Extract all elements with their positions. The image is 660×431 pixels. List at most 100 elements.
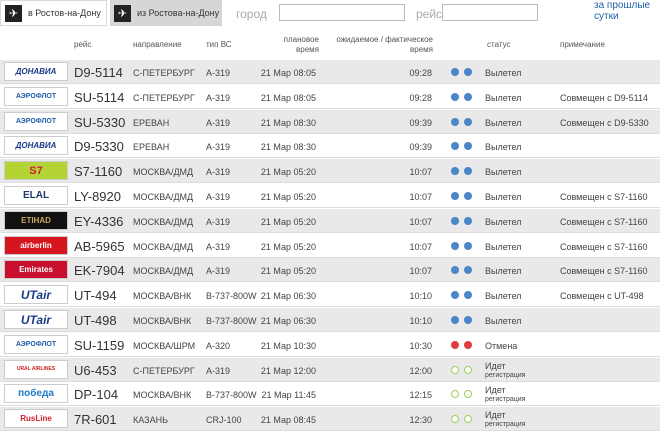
status-dot-icon <box>464 216 472 225</box>
table-row[interactable]: RusLine 7R-601 КАЗАНЬ CRJ-100 21 Мар 08:45 12… <box>0 407 660 431</box>
status-dot-icon <box>451 390 459 399</box>
status-dot-icon <box>451 266 459 275</box>
flight-number: U6-453 <box>74 362 117 378</box>
status-dot-icon <box>464 92 472 101</box>
scheduled-time: 21 Мар 08:45 <box>260 415 316 426</box>
city-input[interactable] <box>279 4 405 21</box>
actual-time: 10:07 <box>409 241 432 252</box>
status-dot-icon <box>464 365 472 374</box>
table-row[interactable]: ELAL LY-8920 МОСКВА/ДМД A-319 21 Мар 05:20 10… <box>0 184 660 208</box>
note: Совмещен с D9-5114 <box>560 92 649 103</box>
actual-time: 10:07 <box>409 167 432 178</box>
status-text: Вылетел <box>485 316 522 326</box>
direction: МОСКВА/ДМД <box>133 241 194 252</box>
flight-number: 7R-601 <box>74 412 117 428</box>
direction: МОСКВА/ВНК <box>133 316 192 326</box>
status-dot-icon <box>464 192 472 200</box>
table-row[interactable]: S7 S7-1160 МОСКВА/ДМД A-319 21 Мар 05:20 10:0… <box>0 159 660 184</box>
airline-logo: UTair <box>4 310 68 329</box>
table-row[interactable]: АЭРОФЛОТ SU-5114 С-ПЕТЕРБУРГ A-319 21 Мар 08… <box>0 85 660 109</box>
airline-logo: RusLine <box>4 409 68 429</box>
table-row[interactable]: URAL AIRLINES U6-453 С-ПЕТЕРБУРГ A-319 21 Ма… <box>0 357 660 382</box>
direction: МОСКВА/ВНК <box>133 390 192 401</box>
aircraft-type: B-737-800W <box>206 291 257 302</box>
status-dot-icon <box>464 390 472 399</box>
table-row[interactable]: победа DP-104 МОСКВА/ВНК B-737-800W 21 Мар 1… <box>0 382 660 407</box>
actual-time: 12:00 <box>409 365 432 376</box>
status-text: Вылетел <box>485 92 522 103</box>
airline-logo: победа <box>4 384 68 404</box>
airline-logo: S7 <box>4 161 68 181</box>
status-dot-icon <box>451 241 459 250</box>
scheduled-time: 21 Мар 05:20 <box>260 167 316 178</box>
actual-time: 10:07 <box>409 216 432 227</box>
table-row[interactable]: UTair UT-494 МОСКВА/ВНК B-737-800W 21 Мар 06… <box>0 283 660 308</box>
table-row[interactable]: АЭРОФЛОТ SU-5330 ЕРЕВАН A-319 21 Мар 08:30 09… <box>0 109 660 134</box>
aircraft-type: A-319 <box>206 216 231 227</box>
plane-arrival-icon: ✈ <box>5 4 22 22</box>
status-text: Вылетел <box>485 117 522 128</box>
aircraft-type: A-319 <box>206 92 231 103</box>
airline-logo: ELAL <box>4 186 68 205</box>
table-row[interactable]: Emirates EK-7904 МОСКВА/ДМД A-319 21 Мар 05:… <box>0 258 660 283</box>
table-row[interactable]: ДОНАВИА D9-5330 ЕРЕВАН A-319 21 Мар 08:30 09:… <box>0 134 660 159</box>
status-text: Вылетел <box>485 68 522 78</box>
direction: КАЗАНЬ <box>133 415 168 426</box>
scheduled-time: 21 Мар 11:45 <box>261 390 316 401</box>
header-note: примечание <box>560 40 605 49</box>
scheduled-time: 21 Мар 12:00 <box>260 365 316 376</box>
note: Совмещен с UT-498 <box>560 291 644 302</box>
flight-number: LY-8920 <box>74 189 121 204</box>
flight-input[interactable] <box>442 4 538 21</box>
airline-logo: ETIHAD <box>4 210 68 230</box>
aircraft-type: A-320 <box>206 340 231 351</box>
status-text: Идет <box>485 410 506 421</box>
scheduled-time: 21 Мар 05:20 <box>260 192 316 202</box>
aircraft-type: A-319 <box>206 117 231 128</box>
header-aircraft: тип ВС <box>206 40 232 49</box>
note: Совмещен с S7-1160 <box>560 266 648 277</box>
table-row[interactable]: ДОНАВИА D9-5114 С-ПЕТЕРБУРГ A-319 21 Мар 08:… <box>0 60 660 84</box>
actual-time: 10:30 <box>409 340 432 351</box>
direction: МОСКВА/ВНК <box>133 291 192 302</box>
status-text: Вылетел <box>485 291 522 302</box>
header-status: статус <box>487 40 511 49</box>
header-flight: рейс <box>74 40 92 49</box>
aircraft-type: A-319 <box>206 266 231 277</box>
status-dot-icon <box>464 117 472 126</box>
status-dot-icon <box>451 117 459 126</box>
table-row[interactable]: АЭРОФЛОТ SU-1159 МОСКВА/ШРМ A-320 21 Мар 10:… <box>0 333 660 357</box>
aircraft-type: A-319 <box>206 365 231 376</box>
note: Совмещен с S7-1160 <box>560 241 648 252</box>
direction: МОСКВА/ШРМ <box>133 340 196 351</box>
past-day-link[interactable]: за прошлые сутки <box>594 0 660 22</box>
tab-departures[interactable]: ✈ из Ростова-на-Дону <box>110 0 222 26</box>
top-bar: ✈ в Ростов-на-Дону ✈ из Ростова-на-Дону … <box>0 0 660 32</box>
status-text: Идет <box>485 385 506 396</box>
aircraft-type: A-319 <box>206 167 231 178</box>
airline-logo: ДОНАВИА <box>4 136 68 156</box>
status-text: Отмена <box>485 340 518 351</box>
table-row[interactable]: airberlin AB-5965 МОСКВА/ДМД A-319 21 Мар 05… <box>0 234 660 258</box>
flight-label: рейс <box>416 7 443 21</box>
table-row[interactable]: UTair UT-498 МОСКВА/ВНК B-737-800W 21 Мар 06… <box>0 308 660 332</box>
actual-time: 09:39 <box>409 142 432 153</box>
scheduled-time: 21 Мар 08:30 <box>260 142 316 153</box>
direction: МОСКВА/ДМД <box>133 216 194 227</box>
status-dot-icon <box>451 365 459 374</box>
direction: ЕРЕВАН <box>133 117 170 128</box>
scheduled-time: 21 Мар 08:05 <box>260 92 316 103</box>
table-row[interactable]: ETIHAD EY-4336 МОСКВА/ДМД A-319 21 Мар 05:20… <box>0 208 660 233</box>
aircraft-type: A-319 <box>206 192 231 202</box>
status-subtext: регистрация <box>485 421 526 429</box>
status-dot-icon <box>451 415 459 424</box>
direction: МОСКВА/ДМД <box>133 266 194 277</box>
scheduled-time: 21 Мар 08:30 <box>260 117 316 128</box>
status-text: Идет <box>485 360 506 371</box>
scheduled-time: 21 Мар 05:20 <box>260 266 316 277</box>
status-text: Вылетел <box>485 216 522 227</box>
tab-arrivals[interactable]: ✈ в Ростов-на-Дону <box>0 0 107 26</box>
actual-time: 09:28 <box>409 68 432 78</box>
status-subtext: регистрация <box>485 396 526 404</box>
status-text: Вылетел <box>485 266 522 277</box>
